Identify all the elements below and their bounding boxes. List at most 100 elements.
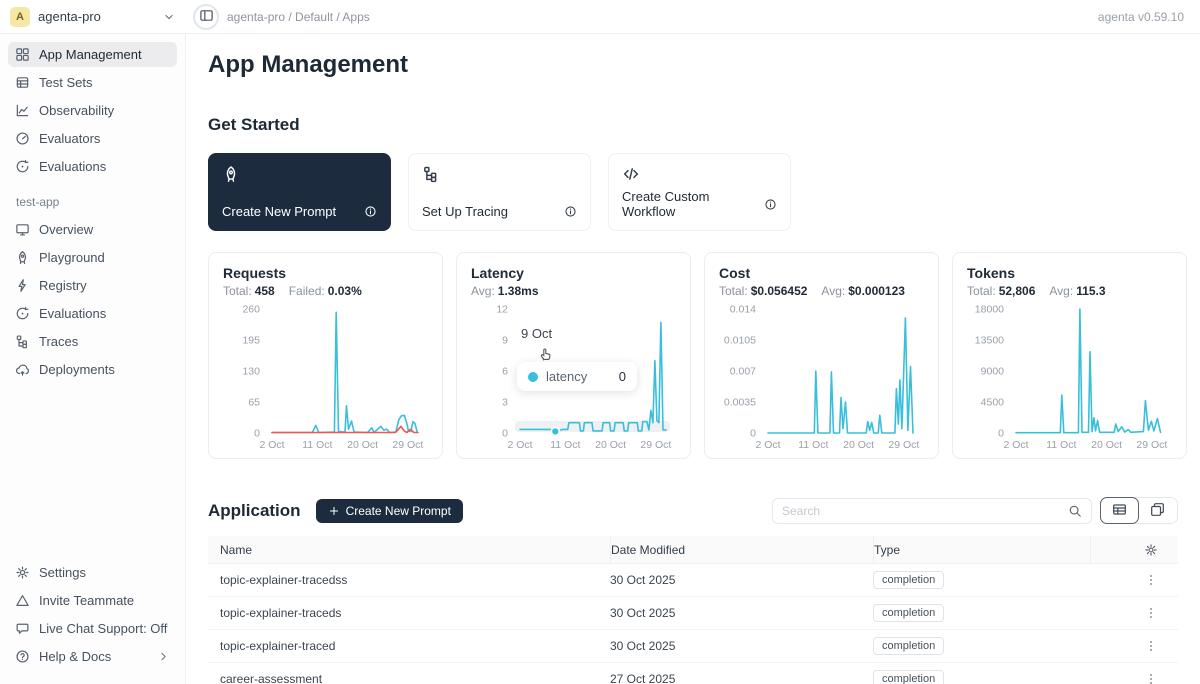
sidebar-item-label: Evaluations bbox=[39, 306, 106, 321]
app-name: topic-explainer-traced bbox=[208, 639, 610, 653]
svg-text:65: 65 bbox=[248, 397, 260, 409]
sidebar-item-live-chat-support-off[interactable]: Live Chat Support: Off bbox=[8, 616, 177, 641]
chart-stats: Total:$0.056452Avg:$0.000123 bbox=[719, 284, 924, 298]
chart-card-requests: RequestsTotal:458Failed:0.03%06513019526… bbox=[208, 252, 443, 459]
version-label: agenta v0.59.10 bbox=[1098, 10, 1200, 24]
svg-text:18000: 18000 bbox=[975, 304, 1004, 316]
svg-text:29 Oct: 29 Oct bbox=[640, 439, 671, 451]
table-view-button[interactable] bbox=[1100, 497, 1139, 524]
app-type-cell: completion bbox=[873, 637, 1090, 655]
sidebar-app-item-overview[interactable]: Overview bbox=[8, 217, 177, 242]
workspace-switcher[interactable]: A agenta-pro bbox=[0, 7, 186, 27]
app-name: topic-explainer-traceds bbox=[208, 606, 610, 620]
search-input[interactable] bbox=[782, 504, 1068, 518]
column-header-type[interactable]: Type bbox=[873, 536, 1090, 563]
table-settings-gear-icon[interactable] bbox=[1144, 543, 1158, 557]
row-menu-kebab-icon[interactable] bbox=[1144, 639, 1158, 653]
invite-icon bbox=[15, 593, 30, 608]
sidebar-item-label: Registry bbox=[39, 278, 87, 293]
column-header-date-modified[interactable]: Date Modified bbox=[610, 536, 873, 563]
table-header: NameDate ModifiedType bbox=[208, 536, 1178, 564]
sidebar-item-invite-teammate[interactable]: Invite Teammate bbox=[8, 588, 177, 613]
page-title: App Management bbox=[208, 50, 1178, 80]
sidebar-app-item-deployments[interactable]: Deployments bbox=[8, 357, 177, 382]
svg-text:20 Oct: 20 Oct bbox=[595, 439, 626, 451]
sidebar-item-label: Settings bbox=[39, 565, 86, 580]
get-started-heading: Get Started bbox=[208, 114, 1178, 135]
chart-stat: Failed:0.03% bbox=[289, 284, 362, 298]
type-badge: completion bbox=[873, 670, 944, 684]
sidebar-item-label: Live Chat Support: Off bbox=[39, 621, 167, 636]
sidebar-item-help-docs[interactable]: Help & Docs bbox=[8, 644, 177, 669]
sidebar-item-label: Help & Docs bbox=[39, 649, 111, 664]
sidebar-item-label: Playground bbox=[39, 250, 105, 265]
deployments-icon bbox=[15, 362, 30, 377]
chart-card-cost: CostTotal:$0.056452Avg:$0.00012300.00350… bbox=[704, 252, 939, 459]
info-icon bbox=[764, 198, 777, 211]
sidebar-item-evaluators[interactable]: Evaluators bbox=[8, 126, 177, 151]
chart-plot-requests: 0651301952602 Oct11 Oct20 Oct29 Oct bbox=[223, 303, 428, 455]
table-row[interactable]: topic-explainer-traceds30 Oct 2025comple… bbox=[208, 597, 1178, 630]
search-icon[interactable] bbox=[1068, 504, 1082, 518]
sidebar-toggle-button[interactable] bbox=[193, 4, 219, 30]
search-box bbox=[772, 498, 1092, 524]
app-name: career-assessment bbox=[208, 672, 610, 684]
svg-text:6: 6 bbox=[502, 366, 508, 378]
svg-text:0.007: 0.007 bbox=[730, 366, 756, 378]
create-new-prompt-button[interactable]: Create New Prompt bbox=[316, 499, 463, 523]
get-started-card-create-custom-workflow[interactable]: Create Custom Workflow bbox=[608, 153, 791, 231]
svg-text:13500: 13500 bbox=[975, 335, 1004, 347]
sidebar-app-item-traces[interactable]: Traces bbox=[8, 329, 177, 354]
row-menu-kebab-icon[interactable] bbox=[1144, 606, 1158, 620]
chart-card-latency: LatencyAvg:1.38ms0369122 Oct11 Oct20 Oct… bbox=[456, 252, 691, 459]
sidebar-item-evaluations[interactable]: Evaluations bbox=[8, 154, 177, 179]
chart-stat: Total:52,806 bbox=[967, 284, 1035, 298]
table-row[interactable]: topic-explainer-traced30 Oct 2025complet… bbox=[208, 630, 1178, 663]
svg-text:20 Oct: 20 Oct bbox=[347, 439, 378, 451]
sidebar-item-app-management[interactable]: App Management bbox=[8, 42, 177, 67]
svg-text:0: 0 bbox=[502, 428, 508, 440]
svg-text:11 Oct: 11 Oct bbox=[1046, 439, 1076, 451]
application-heading: Application bbox=[208, 500, 301, 521]
svg-text:2 Oct: 2 Oct bbox=[755, 439, 780, 451]
svg-text:2 Oct: 2 Oct bbox=[507, 439, 532, 451]
breadcrumb: agenta-pro / Default / Apps bbox=[227, 10, 1098, 24]
evaluations-icon bbox=[15, 159, 30, 174]
svg-text:9: 9 bbox=[502, 335, 508, 347]
row-menu-kebab-icon[interactable] bbox=[1144, 672, 1158, 684]
chart-stat: Total:$0.056452 bbox=[719, 284, 807, 298]
help-icon bbox=[15, 649, 30, 664]
get-started-card-set-up-tracing[interactable]: Set Up Tracing bbox=[408, 153, 591, 231]
sidebar-app-item-playground[interactable]: Playground bbox=[8, 245, 177, 270]
svg-text:20 Oct: 20 Oct bbox=[843, 439, 874, 451]
sidebar: App Management Test Sets Observability Eval… bbox=[0, 34, 186, 684]
get-started-card-create-new-prompt[interactable]: Create New Prompt bbox=[208, 153, 391, 231]
table-view-icon bbox=[1112, 502, 1127, 520]
chart-stat: Total:458 bbox=[223, 284, 275, 298]
row-menu-kebab-icon[interactable] bbox=[1144, 573, 1158, 587]
app-type-cell: completion bbox=[873, 604, 1090, 622]
table-row[interactable]: topic-explainer-tracedss30 Oct 2025compl… bbox=[208, 564, 1178, 597]
card-view-icon bbox=[1150, 502, 1165, 520]
sidebar-item-label: Invite Teammate bbox=[39, 593, 134, 608]
chart-title: Requests bbox=[223, 265, 428, 281]
column-header-name[interactable]: Name bbox=[208, 536, 610, 563]
sidebar-item-observability[interactable]: Observability bbox=[8, 98, 177, 123]
app-date-modified: 30 Oct 2025 bbox=[610, 639, 873, 653]
sidebar-item-settings[interactable]: Settings bbox=[8, 560, 177, 585]
chart-title: Latency bbox=[471, 265, 676, 281]
table-row[interactable]: career-assessment27 Oct 2025completion bbox=[208, 663, 1178, 684]
code-icon bbox=[622, 165, 777, 183]
svg-text:29 Oct: 29 Oct bbox=[1136, 439, 1167, 451]
svg-text:0: 0 bbox=[750, 428, 756, 440]
sidebar-item-test-sets[interactable]: Test Sets bbox=[8, 70, 177, 95]
app-root: A agenta-pro agenta-pro / Default / Apps… bbox=[0, 0, 1200, 684]
card-view-button[interactable] bbox=[1138, 498, 1177, 523]
svg-text:130: 130 bbox=[242, 366, 260, 378]
sidebar-app-item-registry[interactable]: Registry bbox=[8, 273, 177, 298]
plus-icon bbox=[328, 505, 340, 517]
chart-stats: Total:52,806Avg:115.3 bbox=[967, 284, 1172, 298]
app-date-modified: 30 Oct 2025 bbox=[610, 573, 873, 587]
sidebar-app-item-evaluations[interactable]: Evaluations bbox=[8, 301, 177, 326]
svg-text:4500: 4500 bbox=[981, 397, 1005, 409]
